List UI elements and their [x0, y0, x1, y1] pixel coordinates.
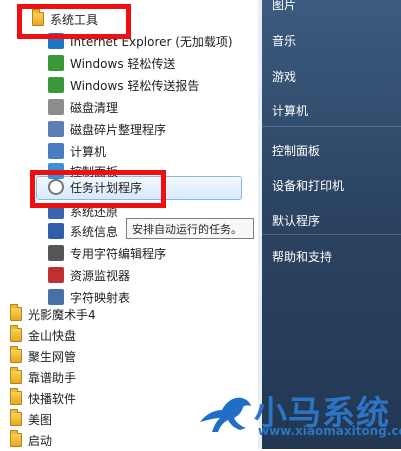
folder-item-label: 快播软件	[28, 391, 77, 406]
folder-item-label: 聚生网管	[28, 349, 77, 364]
folder-item-label: 光影魔术手4	[28, 307, 96, 322]
right-menu-item[interactable]: 图片	[272, 0, 296, 13]
system-info-icon	[48, 223, 64, 239]
right-menu-separator	[262, 234, 401, 235]
folder-icon	[10, 304, 22, 321]
program-item-label: 计算机	[70, 144, 107, 159]
folder-item-label: 启动	[28, 433, 53, 448]
folder-item[interactable]: 金山快盘	[10, 324, 256, 346]
right-menu-item[interactable]: 默认程序	[272, 212, 320, 229]
right-menu-separator	[262, 126, 401, 127]
folder-item[interactable]: 靠谱助手	[10, 366, 256, 388]
folder-icon	[10, 367, 22, 384]
right-menu-item[interactable]: 游戏	[272, 68, 296, 85]
program-item[interactable]: 资源监视器	[48, 264, 258, 286]
program-item[interactable]: 磁盘清理	[48, 96, 258, 118]
program-item-label: 系统信息	[70, 224, 119, 239]
folder-icon	[10, 430, 22, 447]
program-item-label: Windows 轻松传送报告	[70, 78, 200, 93]
program-item[interactable]: 专用字符编辑程序	[48, 242, 258, 264]
char-editor-icon	[48, 245, 64, 261]
folder-item[interactable]: 光影魔术手4	[10, 303, 256, 325]
program-item-label: 资源监视器	[70, 268, 131, 283]
right-menu-item[interactable]: 音乐	[272, 32, 296, 49]
program-item[interactable]: 计算机	[48, 140, 258, 162]
folder-icon	[10, 388, 22, 405]
folder-item-label: 靠谱助手	[28, 370, 77, 385]
program-item-label: Windows 轻松传送	[70, 56, 176, 71]
folder-item-label: 金山快盘	[28, 328, 77, 343]
disk-cleanup-icon	[48, 99, 64, 115]
right-menu-item[interactable]: 设备和打印机	[272, 177, 344, 194]
annotation-box-task-scheduler	[30, 170, 166, 208]
computer-icon	[48, 143, 64, 159]
tooltip: 安排自动运行的任务。	[126, 218, 254, 239]
folder-item-label: 美图	[28, 412, 53, 427]
right-menu-item[interactable]: 计算机	[272, 102, 308, 119]
program-item-label: 专用字符编辑程序	[70, 246, 167, 261]
folder-icon	[10, 409, 22, 426]
folder-icon	[10, 325, 22, 342]
annotation-box-system-tools	[17, 4, 131, 39]
watermark-url: www.xiaomaxitong.com	[258, 424, 401, 438]
program-item[interactable]: 磁盘碎片整理程序	[48, 118, 258, 140]
horse-logo-icon	[200, 397, 251, 432]
right-menu-item[interactable]: 帮助和支持	[272, 248, 332, 265]
right-menu-item[interactable]: 控制面板	[272, 142, 320, 159]
program-item[interactable]: Windows 轻松传送	[48, 52, 258, 74]
resource-monitor-icon	[48, 267, 64, 283]
folder-item[interactable]: 聚生网管	[10, 345, 256, 367]
easy-transfer-report-icon	[48, 77, 64, 93]
program-item-label: 磁盘清理	[70, 100, 119, 115]
folder-icon	[10, 346, 22, 363]
program-item-label: 磁盘碎片整理程序	[70, 122, 167, 137]
defragmenter-icon	[48, 121, 64, 137]
easy-transfer-icon	[48, 55, 64, 71]
program-item[interactable]: Windows 轻松传送报告	[48, 74, 258, 96]
